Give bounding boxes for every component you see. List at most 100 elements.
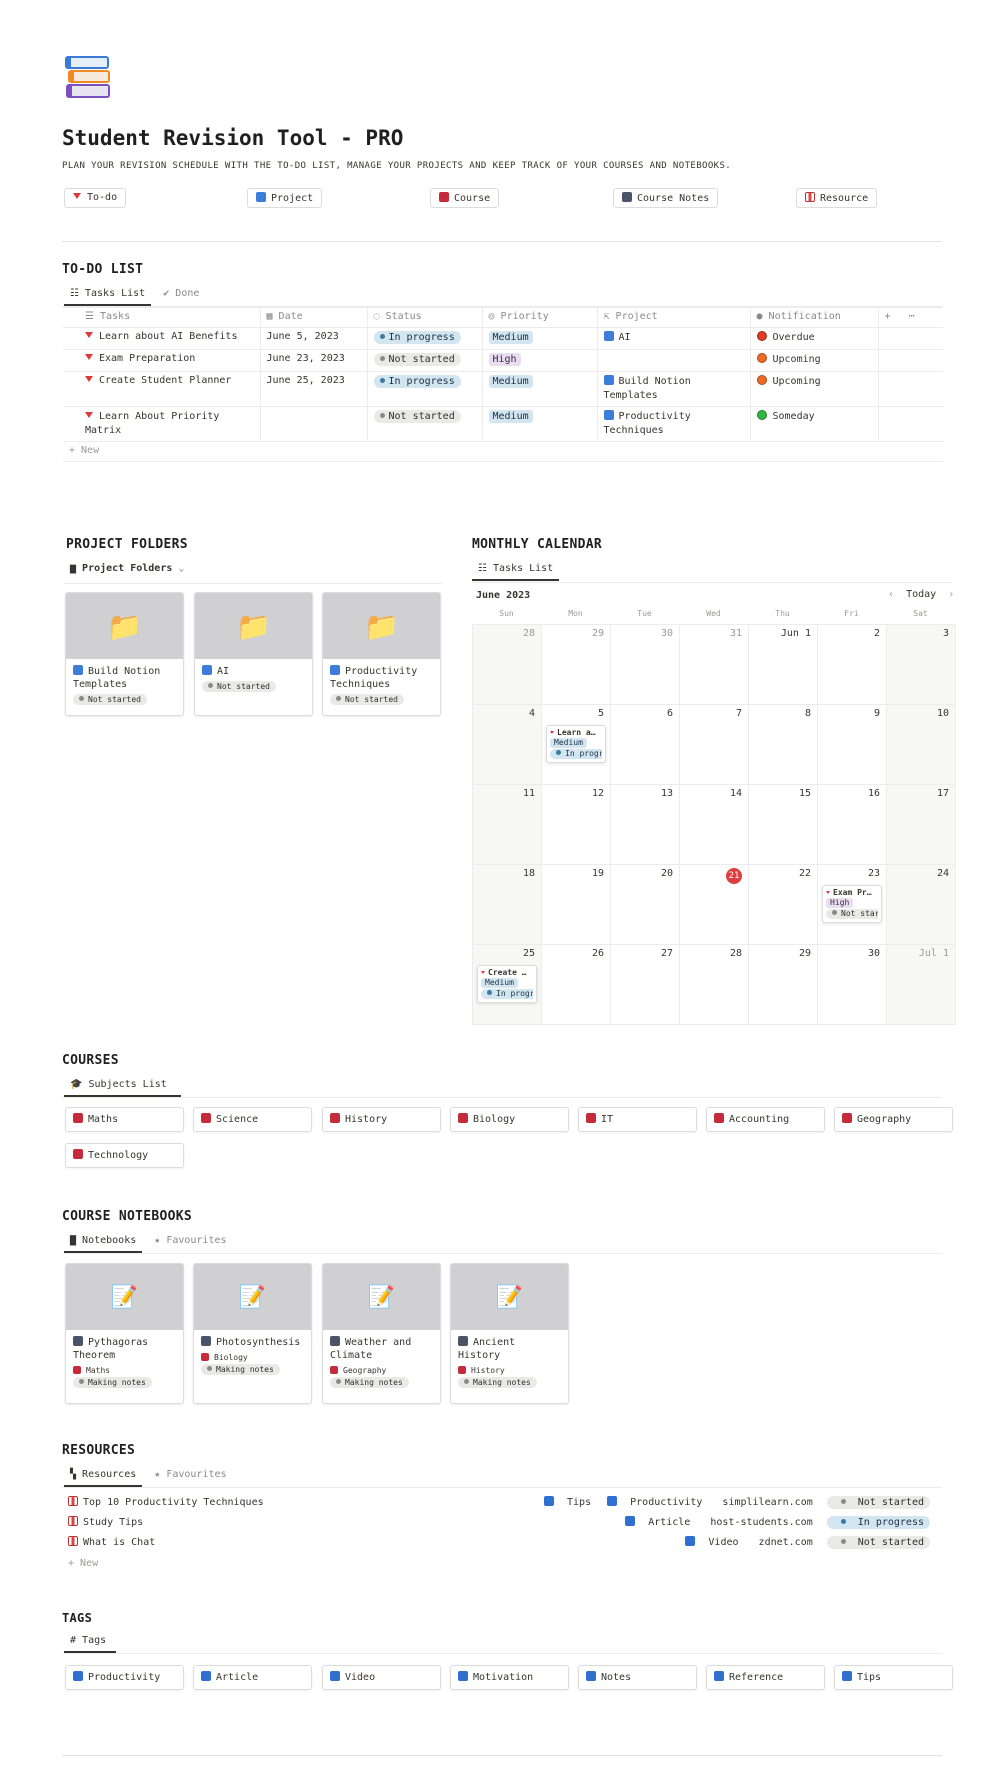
calendar-day[interactable]: 5 Learn a… Medium In progress	[541, 704, 611, 785]
notebook-card[interactable]: 📝 Ancient History History Making notes	[450, 1263, 569, 1404]
list-item[interactable]: What is Chat Video zdnet.com Not started	[62, 1536, 942, 1556]
col-notification[interactable]: ● Notification	[750, 307, 879, 328]
page-title: Student Revision Tool - PRO	[62, 126, 404, 150]
calendar-day[interactable]: 20	[610, 864, 680, 945]
tag-card[interactable]: Productivity	[65, 1665, 184, 1690]
calendar-day[interactable]: 4	[472, 704, 542, 785]
course-card[interactable]: IT	[578, 1107, 697, 1132]
project-card[interactable]: 📁 Productivity Techniques Not started	[322, 592, 441, 716]
calendar-day[interactable]: 30	[817, 944, 887, 1025]
course-card[interactable]: Technology	[65, 1143, 184, 1168]
col-priority[interactable]: ◎ Priority	[482, 307, 598, 328]
tag-card[interactable]: Tips	[834, 1665, 953, 1690]
tab-resources[interactable]: ▚ Resources	[64, 1467, 143, 1487]
add-column-button[interactable]: + ⋯	[878, 307, 943, 328]
notebook-card[interactable]: 📝 Weather and Climate Geography Making n…	[322, 1263, 441, 1404]
calendar-day[interactable]: 23 Exam Pr… High Not started	[817, 864, 887, 945]
col-tasks[interactable]: ☰ Tasks	[63, 307, 261, 328]
calendar-day[interactable]: 15	[748, 784, 818, 865]
chevron-right-icon[interactable]: ›	[948, 589, 954, 600]
calendar-day[interactable]: Jul 1	[886, 944, 956, 1025]
new-resource-button[interactable]: + New	[68, 1558, 98, 1569]
calendar-day[interactable]: 29	[541, 624, 611, 705]
calendar-day[interactable]: 11	[472, 784, 542, 865]
col-date[interactable]: ▦ Date	[260, 307, 368, 328]
tag-card[interactable]: Article	[193, 1665, 312, 1690]
tab-favourites[interactable]: ★ Favourites	[148, 1467, 232, 1485]
resource-link[interactable]: zdnet.com	[759, 1537, 813, 1548]
calendar-day[interactable]: 22	[748, 864, 818, 945]
notebook-card[interactable]: 📝 Pythagoras Theorem Maths Making notes	[65, 1263, 184, 1404]
calendar-day[interactable]: 24	[886, 864, 956, 945]
calendar-day[interactable]: 14	[679, 784, 749, 865]
col-status[interactable]: ◌ Status	[367, 307, 483, 328]
tab-done[interactable]: ✔ Done	[157, 286, 205, 304]
calendar-day[interactable]: 7	[679, 704, 749, 785]
table-row[interactable]: Create Student Planner June 25, 2023 In …	[63, 371, 943, 407]
calendar-day[interactable]: 3	[886, 624, 956, 705]
calendar-day[interactable]: 17	[886, 784, 956, 865]
calendar-day[interactable]: 9	[817, 704, 887, 785]
resource-link-button[interactable]: Resource	[796, 188, 878, 208]
projects-view-tab[interactable]: ▆ Project Folders ⌄	[70, 563, 184, 574]
calendar-day[interactable]: 27	[610, 944, 680, 1025]
project-card[interactable]: 📁 AI Not started	[194, 592, 313, 716]
course-card[interactable]: Geography	[834, 1107, 953, 1132]
tab-tasks-list[interactable]: ☷ Tasks List	[472, 561, 560, 581]
course-card[interactable]: Accounting	[706, 1107, 825, 1132]
tab-favourites[interactable]: ★ Favourites	[148, 1233, 232, 1251]
project-card[interactable]: 📁 Build Notion Templates Not started	[65, 592, 184, 716]
calendar-event[interactable]: Exam Pr… High Not started	[822, 885, 882, 923]
calendar-day[interactable]: 12	[541, 784, 611, 865]
tag-card[interactable]: Reference	[706, 1665, 825, 1690]
calendar-day[interactable]: 16	[817, 784, 887, 865]
calendar-day[interactable]: 6	[610, 704, 680, 785]
calendar-event[interactable]: Create … Medium In progress	[477, 965, 537, 1003]
course-notes-link-button[interactable]: Course Notes	[613, 188, 719, 208]
tag-card[interactable]: Notes	[578, 1665, 697, 1690]
calendar-day[interactable]: 30	[610, 624, 680, 705]
calendar-day[interactable]: 25 Create … Medium In progress	[472, 944, 542, 1025]
calendar-day[interactable]: 31	[679, 624, 749, 705]
tab-notebooks[interactable]: ▇ Notebooks	[64, 1233, 143, 1253]
course-card[interactable]: History	[322, 1107, 441, 1132]
col-project[interactable]: ⇱ Project	[597, 307, 751, 328]
calendar-day[interactable]: 13	[610, 784, 680, 865]
list-item[interactable]: Study Tips Article host-students.com In …	[62, 1516, 942, 1536]
todo-link-button[interactable]: To-do	[64, 188, 127, 208]
calendar-day[interactable]: 29	[748, 944, 818, 1025]
course-link-button[interactable]: Course	[430, 188, 500, 208]
new-row[interactable]: + New	[63, 441, 943, 462]
notebook-card[interactable]: 📝 Photosynthesis Biology Making notes	[193, 1263, 312, 1404]
calendar-day[interactable]: 28	[679, 944, 749, 1025]
course-card[interactable]: Science	[193, 1107, 312, 1132]
tag-card[interactable]: Video	[322, 1665, 441, 1690]
notebook-icon: ▇	[70, 1235, 83, 1246]
tab-tasks-list[interactable]: ☷ Tasks List	[64, 286, 152, 306]
more-icon[interactable]: ⋯	[909, 311, 915, 322]
tag-card[interactable]: Motivation	[450, 1665, 569, 1690]
table-row[interactable]: Exam Preparation June 23, 2023 Not start…	[63, 349, 943, 372]
project-link-button[interactable]: Project	[247, 188, 323, 208]
calendar-day[interactable]: 18	[472, 864, 542, 945]
table-row[interactable]: Learn about AI Benefits June 5, 2023 In …	[63, 327, 943, 350]
calendar-day[interactable]: 28	[472, 624, 542, 705]
course-card[interactable]: Maths	[65, 1107, 184, 1132]
list-item[interactable]: Top 10 Productivity Techniques Tips Prod…	[62, 1496, 942, 1516]
table-row[interactable]: Learn About Priority Matrix Not started …	[63, 406, 943, 442]
tab-tags[interactable]: # Tags	[64, 1633, 117, 1653]
calendar-day[interactable]: 10	[886, 704, 956, 785]
course-card[interactable]: Biology	[450, 1107, 569, 1132]
resource-link[interactable]: simplilearn.com	[722, 1497, 812, 1508]
calendar-day[interactable]: 26	[541, 944, 611, 1025]
calendar-event[interactable]: Learn a… Medium In progress	[546, 725, 606, 763]
calendar-day-today[interactable]: 21	[679, 864, 749, 945]
calendar-day[interactable]: 2	[817, 624, 887, 705]
resource-link[interactable]: host-students.com	[710, 1517, 812, 1528]
calendar-day[interactable]: Jun 1	[748, 624, 818, 705]
calendar-day[interactable]: 19	[541, 864, 611, 945]
chevron-left-icon[interactable]: ‹	[888, 589, 894, 600]
today-button[interactable]: Today	[906, 589, 936, 600]
calendar-day[interactable]: 8	[748, 704, 818, 785]
tab-subjects-list[interactable]: 🎓 Subjects List	[64, 1077, 181, 1097]
